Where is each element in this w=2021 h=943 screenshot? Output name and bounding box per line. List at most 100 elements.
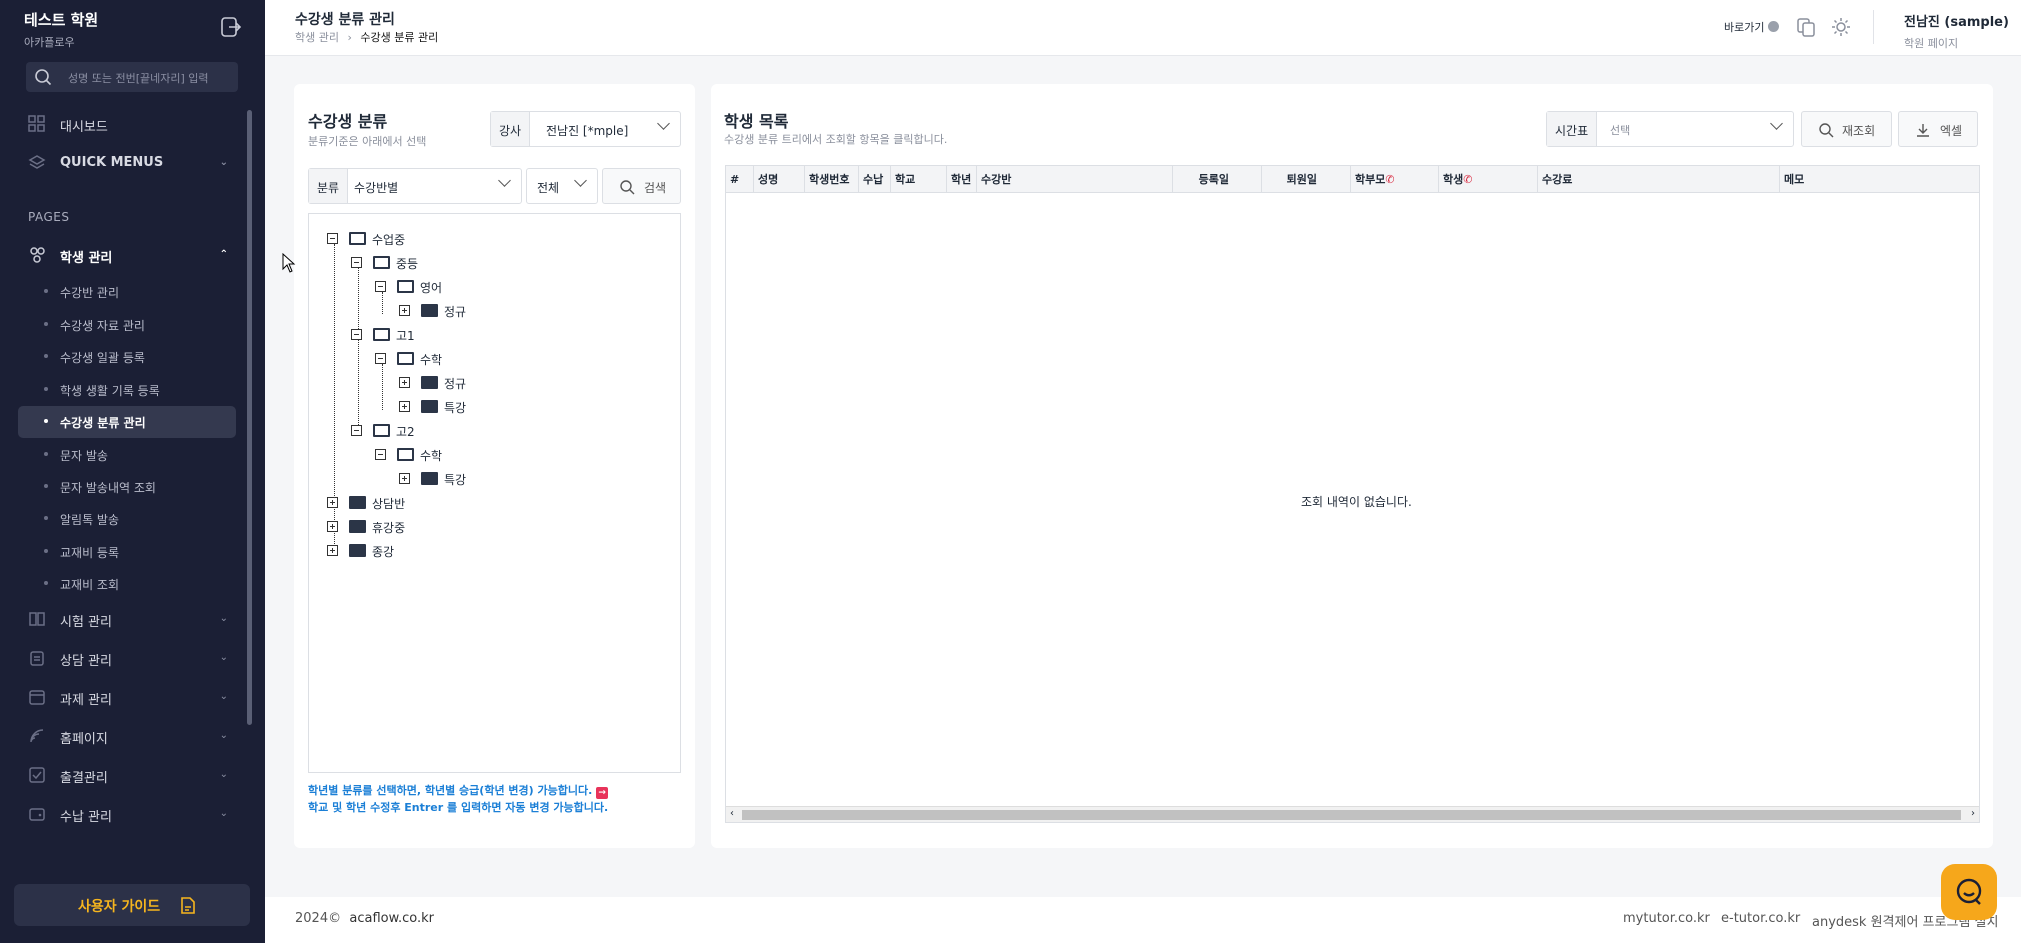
- nav-attendance[interactable]: 출결관리 ⌄: [18, 759, 236, 791]
- bullet: [44, 419, 48, 423]
- nav-quick-menus[interactable]: QUICK MENUS ⌄: [18, 147, 236, 179]
- nav-payment[interactable]: 수납 관리 ⌄: [18, 798, 236, 830]
- sun-icon[interactable]: [1830, 16, 1852, 38]
- col-student-phone[interactable]: 학생✆: [1438, 165, 1538, 193]
- search-label: 검색: [644, 181, 667, 195]
- nav-homework[interactable]: 과제 관리 ⌄: [18, 681, 236, 713]
- col-tuition[interactable]: 수강료: [1537, 165, 1780, 193]
- folder-open-icon: [373, 328, 390, 341]
- collapse-icon[interactable]: [375, 449, 386, 460]
- col-student-no[interactable]: 학생번호: [804, 165, 859, 193]
- chat-icon: [1956, 878, 1982, 905]
- expand-icon[interactable]: [399, 401, 410, 412]
- collapse-icon[interactable]: [327, 233, 338, 244]
- sidebar-scrollbar[interactable]: [247, 110, 252, 725]
- brand: 테스트 학원 아카플로우: [24, 9, 98, 50]
- user-guide-button[interactable]: 사용자 가이드: [14, 884, 250, 926]
- stack-icon: [28, 155, 46, 169]
- sub-book-fee-register[interactable]: 교재비 등록: [18, 536, 236, 566]
- tree-node-label: 종강: [372, 545, 395, 559]
- download-icon: [1917, 124, 1929, 137]
- teacher-select[interactable]: 강사 전남진 [*mple]: [490, 111, 681, 147]
- shortcut-label: 바로가기: [1724, 21, 1765, 34]
- nav-consult[interactable]: 상담 관리 ⌄: [18, 642, 236, 674]
- scroll-thumb[interactable]: [742, 810, 1961, 820]
- mytutor-link[interactable]: mytutor.co.kr: [1623, 911, 1710, 926]
- breadcrumb-parent[interactable]: 학생 관리: [295, 31, 339, 44]
- col-memo[interactable]: 메모: [1779, 165, 1980, 193]
- nav-student-label: 학생 관리: [60, 251, 113, 266]
- nav-dashboard[interactable]: 대시보드: [18, 108, 236, 140]
- tree-node-label: 수학: [420, 449, 443, 463]
- excel-button[interactable]: 엑셀: [1898, 111, 1978, 147]
- col-name[interactable]: 성명: [753, 165, 805, 193]
- horizontal-scrollbar[interactable]: ‹ ›: [726, 806, 1979, 822]
- sub-bulk-register[interactable]: 수강생 일괄 등록: [18, 341, 236, 371]
- nav-quick-label: QUICK MENUS: [60, 155, 164, 170]
- chevron-down-icon: ⌄: [219, 691, 228, 702]
- expand-icon[interactable]: [327, 497, 338, 508]
- site-link[interactable]: acaflow.co.kr: [349, 911, 434, 926]
- sub-life-record[interactable]: 학생 생활 기록 등록: [18, 374, 236, 404]
- sub-classification[interactable]: 수강생 분류 관리: [18, 406, 236, 438]
- tree-node-label: 수학: [420, 353, 443, 367]
- nav-student[interactable]: 학생 관리 ⌃: [18, 239, 236, 271]
- col-class[interactable]: 수강반: [976, 165, 1173, 193]
- collapse-icon[interactable]: [375, 281, 386, 292]
- expand-icon[interactable]: [327, 545, 338, 556]
- category-select[interactable]: 분류 수강반별: [308, 168, 522, 204]
- scope-select[interactable]: 전체: [526, 168, 598, 204]
- sub-sms-send[interactable]: 문자 발송: [18, 439, 236, 469]
- col-parent-phone[interactable]: 학부모✆: [1350, 165, 1439, 193]
- etutor-link[interactable]: e-tutor.co.kr: [1721, 911, 1800, 926]
- logout-icon[interactable]: [220, 16, 242, 38]
- arrow-right-icon[interactable]: →: [596, 787, 609, 799]
- search-button[interactable]: 검색: [602, 168, 681, 204]
- breadcrumb-current: 수강생 분류 관리: [360, 31, 439, 44]
- folder-icon: [349, 496, 366, 509]
- excel-label: 엑셀: [1940, 124, 1963, 138]
- nav-label: 수납 관리: [60, 810, 112, 825]
- expand-icon[interactable]: [399, 377, 410, 388]
- sub-alimtalk[interactable]: 알림톡 발송: [18, 503, 236, 533]
- sub-sms-history[interactable]: 문자 발송내역 조회: [18, 471, 236, 501]
- chat-button[interactable]: [1941, 864, 1997, 920]
- user-sub: 학원 페이지: [1904, 37, 1959, 50]
- col-grade[interactable]: 학년: [946, 165, 977, 193]
- collapse-icon[interactable]: [351, 329, 362, 340]
- user-menu[interactable]: 전남진 (sample) 학원 페이지: [1904, 11, 2009, 51]
- reload-button[interactable]: 재조회: [1801, 111, 1892, 147]
- col-school[interactable]: 학교: [890, 165, 947, 193]
- table-header-row: # 성명 학생번호 수납 학교 학년 수강반 등록일 퇴원일 학부모✆ 학생✆ …: [725, 165, 1980, 193]
- col-index[interactable]: #: [725, 165, 754, 193]
- bullet: [44, 484, 48, 488]
- collapse-icon[interactable]: [351, 425, 362, 436]
- nav-homepage[interactable]: 홈페이지 ⌄: [18, 720, 236, 752]
- sub-student-data[interactable]: 수강생 자료 관리: [18, 309, 236, 339]
- tree-node-label: 휴강중: [372, 521, 406, 535]
- member-search-input[interactable]: 성명 또는 전번[끝네자리] 입력: [26, 62, 238, 92]
- sub-class-manage[interactable]: 수강반 관리: [18, 276, 236, 306]
- scroll-right-icon[interactable]: ›: [1971, 808, 1975, 819]
- tree-connector: [382, 292, 383, 314]
- nav-label: 상담 관리: [60, 654, 112, 669]
- col-payment[interactable]: 수납: [858, 165, 891, 193]
- col-leave-date[interactable]: 퇴원일: [1261, 165, 1351, 193]
- copy-icon[interactable]: [1795, 16, 1817, 38]
- sub-label: 문자 발송내역 조회: [60, 481, 156, 495]
- timetable-select[interactable]: 시간표 선택: [1546, 111, 1794, 147]
- users-icon: [30, 247, 45, 263]
- nav-dashboard-label: 대시보드: [60, 120, 108, 135]
- sub-book-fee-view[interactable]: 교재비 조회: [18, 568, 236, 598]
- shortcut-button[interactable]: 바로가기: [1724, 19, 1779, 35]
- collapse-icon[interactable]: [351, 257, 362, 268]
- scroll-left-icon[interactable]: ‹: [730, 808, 734, 819]
- expand-icon[interactable]: [327, 521, 338, 532]
- expand-icon[interactable]: [399, 473, 410, 484]
- nav-exam[interactable]: 시험 관리 ⌄: [18, 603, 236, 635]
- collapse-icon[interactable]: [375, 353, 386, 364]
- col-register-date[interactable]: 등록일: [1172, 165, 1262, 193]
- enter-note: 학교 및 학년 수정후 Entrer 를 입력하면 자동 변경 가능합니다.: [308, 801, 609, 814]
- nav-label: 과제 관리: [60, 693, 112, 708]
- expand-icon[interactable]: [399, 305, 410, 316]
